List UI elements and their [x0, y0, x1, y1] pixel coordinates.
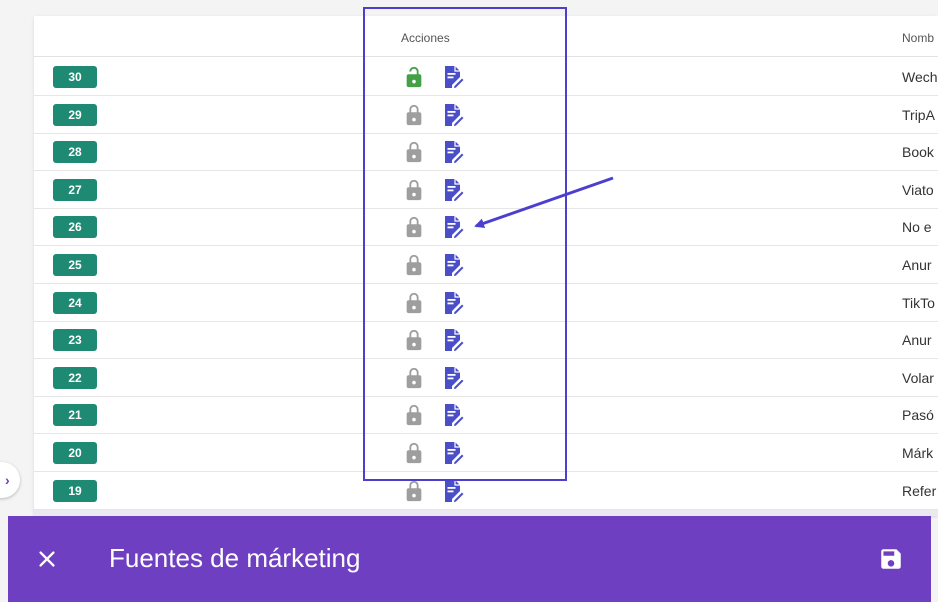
lock-icon[interactable]	[403, 140, 425, 164]
table-row[interactable]: 22 Volar	[34, 359, 938, 397]
row-name: Refer	[902, 482, 937, 499]
column-header-name[interactable]: Nomb	[902, 31, 934, 45]
row-name: Márk	[902, 445, 934, 461]
lock-icon[interactable]	[403, 403, 425, 427]
row-name: Wech	[902, 69, 938, 85]
row-id-badge: 28	[53, 141, 97, 164]
chevron-right-icon: ›	[5, 472, 10, 488]
lock-icon[interactable]	[403, 253, 425, 277]
close-icon	[39, 551, 55, 567]
edit-document-icon[interactable]	[442, 215, 465, 240]
edit-document-icon[interactable]	[442, 140, 465, 165]
row-name: Viato	[902, 181, 934, 198]
row-id-badge: 21	[53, 404, 97, 427]
row-id-badge: 27	[53, 178, 97, 201]
edit-document-icon[interactable]	[442, 65, 465, 90]
edit-document-icon[interactable]	[442, 366, 465, 390]
table-row[interactable]: 20 Márk	[34, 434, 938, 472]
table-row[interactable]: 27 Viato	[34, 171, 938, 209]
edit-document-icon[interactable]	[442, 441, 465, 466]
lock-icon[interactable]	[403, 291, 425, 315]
edit-document-icon[interactable]	[442, 103, 465, 127]
table-row[interactable]: 30 Wech	[34, 58, 938, 96]
lock-icon[interactable]	[403, 178, 425, 202]
row-id-badge: 22	[53, 366, 97, 389]
column-header-actions: Acciones	[401, 31, 450, 45]
row-name: Volar	[902, 369, 934, 386]
edit-document-icon[interactable]	[442, 328, 465, 353]
table-row[interactable]: 21 Pasó	[34, 396, 938, 435]
lock-icon[interactable]	[403, 366, 425, 390]
edit-document-icon[interactable]	[442, 403, 465, 428]
row-id-badge: 24	[53, 291, 97, 314]
table-row[interactable]: 28 Book	[34, 133, 938, 172]
table-row[interactable]: 19 Refer	[34, 472, 938, 510]
row-name: Anur	[902, 257, 932, 273]
row-id-badge: 26	[53, 216, 97, 239]
lock-icon[interactable]	[403, 441, 425, 465]
table-header: Acciones Nomb	[34, 16, 938, 57]
save-button[interactable]	[876, 544, 906, 574]
row-name: TripA	[902, 106, 935, 123]
unlocked-lock-icon[interactable]	[403, 65, 425, 89]
dialog-bottom-bar: Fuentes de márketing	[8, 516, 931, 602]
lock-icon[interactable]	[403, 215, 425, 239]
edit-document-icon[interactable]	[442, 178, 465, 202]
data-table: Acciones Nomb 30 Wech 29 TripA 28 Book 27 Viato…	[34, 16, 938, 516]
close-button[interactable]	[32, 544, 62, 574]
table-row[interactable]: 23 Anur	[34, 321, 938, 360]
edit-document-icon[interactable]	[442, 291, 465, 315]
row-id-badge: 25	[53, 254, 97, 276]
table-row[interactable]: 25 Anur	[34, 246, 938, 284]
row-id-badge: 29	[53, 103, 97, 126]
row-name: No e	[902, 219, 932, 236]
table-row[interactable]: 26 No e	[34, 208, 938, 247]
row-name: TikTo	[902, 294, 935, 311]
side-panel-toggle[interactable]: ›	[0, 462, 20, 498]
row-name: Book	[902, 144, 934, 161]
edit-document-icon[interactable]	[442, 253, 465, 278]
save-icon	[881, 549, 901, 569]
lock-icon[interactable]	[403, 328, 425, 352]
dialog-title: Fuentes de márketing	[109, 543, 361, 573]
table-row[interactable]: 24 TikTo	[34, 284, 938, 322]
row-id-badge: 20	[53, 442, 97, 464]
row-id-badge: 19	[53, 479, 97, 502]
row-name: Pasó	[902, 407, 934, 424]
row-id-badge: 23	[53, 329, 97, 352]
row-id-badge: 30	[53, 66, 97, 88]
lock-icon[interactable]	[403, 479, 425, 503]
lock-icon[interactable]	[403, 103, 425, 127]
edit-document-icon[interactable]	[442, 479, 465, 503]
table-row[interactable]: 29 TripA	[34, 96, 938, 134]
row-name: Anur	[902, 332, 932, 349]
